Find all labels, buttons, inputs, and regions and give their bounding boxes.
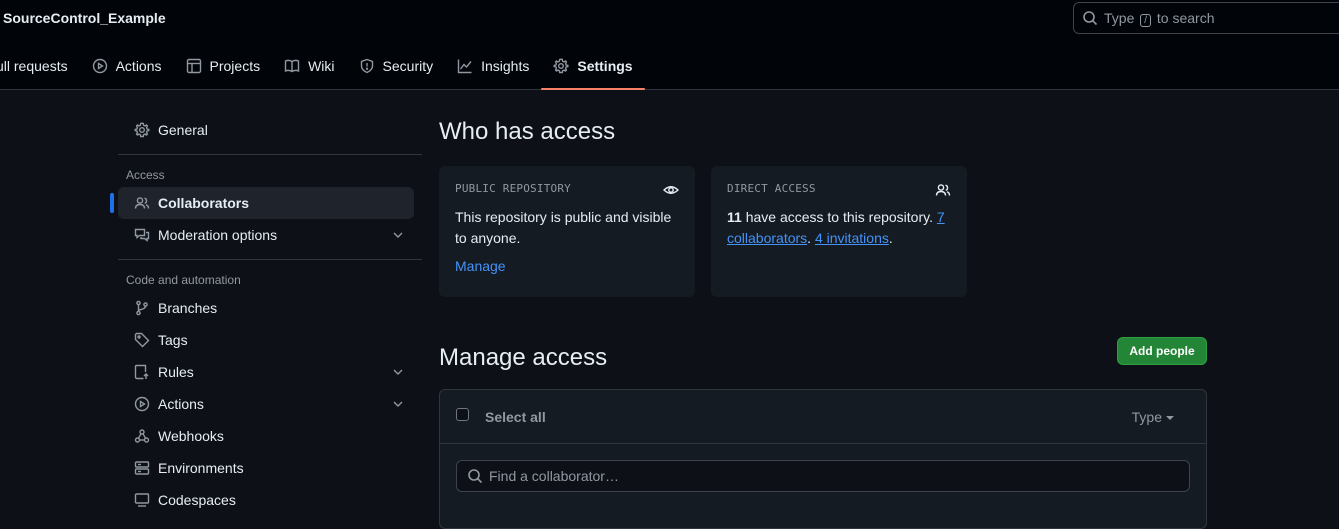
tab-settings[interactable]: Settings — [541, 48, 645, 90]
people-icon — [935, 182, 951, 198]
collaborators-box: Select all Type Find a collaborator… — [439, 389, 1207, 529]
find-collaborator-placeholder: Find a collaborator… — [489, 468, 619, 484]
card-description: 11 have access to this repository. 7 col… — [727, 207, 951, 249]
sidebar-item-environments[interactable]: Environments — [118, 452, 414, 484]
sidebar-item-moderation-options[interactable]: Moderation options — [118, 219, 414, 251]
sidebar-item-collaborators[interactable]: Collaborators — [110, 187, 414, 219]
select-all-checkbox[interactable] — [456, 408, 469, 421]
access-cards: PUBLIC REPOSITORY This repository is pub… — [439, 166, 967, 297]
sidebar-item-label: Actions — [158, 396, 204, 412]
chevron-down-icon — [393, 232, 403, 238]
sidebar-item-rules[interactable]: Rules — [118, 356, 414, 388]
tab-label: Actions — [115, 58, 162, 74]
repo-header: SourceControl_Example Type / to search u… — [0, 0, 1339, 90]
collaborators-box-header: Select all Type — [440, 390, 1206, 444]
tab-label: Security — [382, 58, 434, 74]
sidebar-item-label: Branches — [158, 300, 218, 316]
book-icon — [284, 59, 300, 73]
tab-label: ull requests — [0, 58, 68, 74]
repo-title[interactable]: SourceControl_Example — [3, 10, 166, 26]
shield-icon — [360, 58, 373, 74]
repo-push-icon — [134, 364, 149, 380]
search-icon — [1083, 11, 1098, 26]
tab-security[interactable]: Security — [347, 48, 446, 84]
gear-icon — [134, 122, 150, 138]
access-settings-main: Who has access PUBLIC REPOSITORY This re… — [439, 118, 1207, 529]
direct-access-card: DIRECT ACCESS 11 have access to this rep… — [711, 166, 967, 297]
public-repository-card: PUBLIC REPOSITORY This repository is pub… — [439, 166, 695, 297]
sidebar-item-label: Tags — [158, 332, 188, 348]
codespaces-icon — [134, 493, 150, 507]
sidebar-item-tags[interactable]: Tags — [118, 324, 414, 356]
find-collaborator-input[interactable]: Find a collaborator… — [456, 460, 1190, 492]
server-icon — [134, 461, 150, 475]
type-filter-label: Type — [1131, 409, 1162, 425]
invitations-link[interactable]: 4 invitations — [815, 230, 889, 246]
repo-nav-tabs: ull requests Actions Projects Wiki Secur… — [0, 48, 645, 90]
chevron-down-icon — [393, 401, 403, 407]
graph-icon — [457, 59, 472, 74]
access-count: 11 — [727, 209, 742, 225]
sidebar-item-codespaces[interactable]: Codespaces — [118, 484, 414, 516]
sidebar-item-actions[interactable]: Actions — [118, 388, 414, 420]
search-placeholder: Type / to search — [1104, 9, 1215, 27]
sidebar-item-webhooks[interactable]: Webhooks — [118, 420, 414, 452]
sidebar-item-label: Rules — [158, 364, 194, 380]
settings-sidebar: General Access Collaborators Moderation … — [110, 114, 422, 516]
eye-icon — [662, 182, 680, 198]
table-icon — [186, 58, 201, 74]
sidebar-item-label: Environments — [158, 460, 244, 476]
sidebar-item-label: Codespaces — [158, 492, 236, 508]
card-label: DIRECT ACCESS — [727, 182, 816, 195]
sidebar-item-label: Collaborators — [158, 195, 250, 211]
gear-icon — [553, 58, 569, 74]
tab-pull-requests[interactable]: ull requests — [0, 48, 80, 84]
sidebar-item-label: Webhooks — [158, 428, 224, 444]
period: . — [888, 230, 893, 246]
search-shortcut-key: / — [1140, 13, 1152, 27]
tab-wiki[interactable]: Wiki — [272, 48, 346, 84]
tab-projects[interactable]: Projects — [174, 48, 273, 84]
add-people-button[interactable]: Add people — [1117, 337, 1207, 365]
play-icon — [92, 58, 107, 74]
sidebar-item-branches[interactable]: Branches — [118, 292, 414, 324]
sidebar-item-general[interactable]: General — [118, 114, 414, 146]
search-icon — [468, 469, 483, 484]
tab-label: Settings — [577, 58, 633, 74]
manage-visibility-link[interactable]: Manage — [455, 258, 679, 274]
tab-actions[interactable]: Actions — [80, 48, 174, 84]
people-icon — [134, 197, 150, 209]
chevron-down-icon — [393, 369, 403, 375]
access-text: have access to this repository. — [741, 209, 937, 225]
comment-discussion-icon — [134, 228, 150, 242]
sidebar-group-code-automation: Code and automation — [126, 273, 241, 287]
git-branch-icon — [136, 300, 148, 316]
tab-label: Insights — [481, 58, 530, 74]
tag-icon — [134, 332, 150, 348]
card-label: PUBLIC REPOSITORY — [455, 182, 571, 195]
sidebar-item-label: Moderation options — [158, 227, 278, 243]
play-icon — [134, 396, 150, 412]
who-has-access-title: Who has access — [439, 118, 616, 145]
manage-access-title: Manage access — [439, 344, 608, 371]
select-all-label[interactable]: Select all — [485, 409, 546, 425]
sidebar-item-label: General — [158, 122, 208, 138]
card-description: This repository is public and visible to… — [455, 209, 672, 246]
tab-insights[interactable]: Insights — [445, 48, 541, 84]
caret-down-icon — [1166, 416, 1174, 421]
sidebar-divider — [118, 154, 422, 155]
search-input[interactable]: Type / to search — [1073, 2, 1339, 34]
tab-label: Wiki — [308, 58, 335, 74]
tab-label: Projects — [209, 58, 261, 74]
sidebar-group-access: Access — [126, 168, 165, 182]
type-filter-dropdown[interactable]: Type — [1132, 409, 1174, 425]
sidebar-divider — [118, 259, 422, 260]
separator: . — [807, 230, 815, 246]
webhook-icon — [134, 429, 150, 443]
